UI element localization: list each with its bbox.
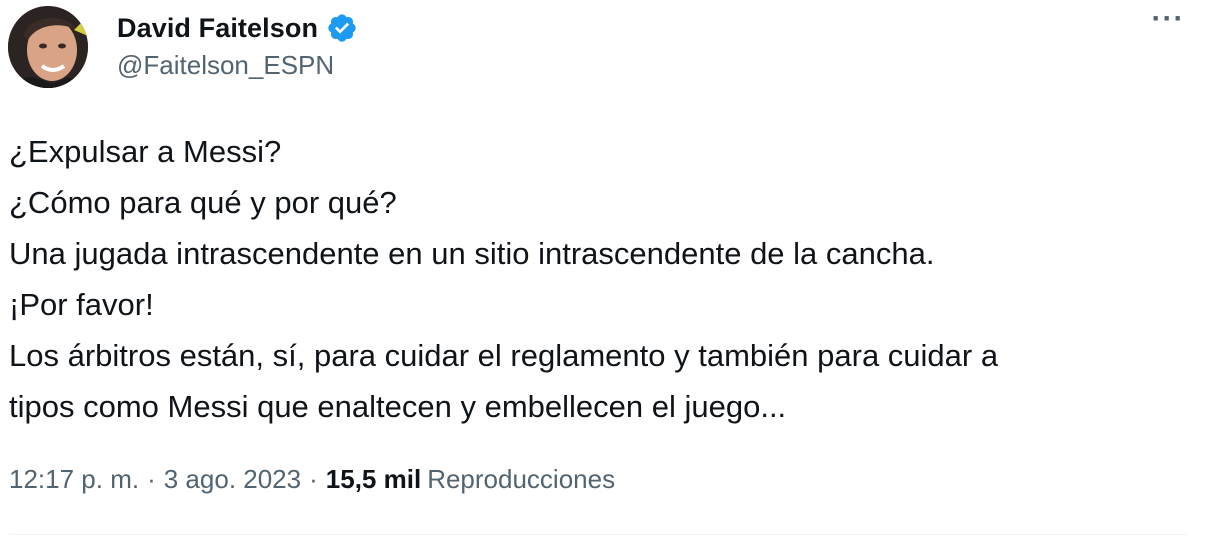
meta-separator: · [309, 463, 318, 494]
tweet-line: ¿Expulsar a Messi? [9, 134, 282, 169]
avatar[interactable] [8, 6, 88, 88]
divider [9, 534, 1187, 535]
meta-separator: · [147, 463, 156, 494]
more-options-icon: ··· [1151, 2, 1185, 35]
tweet-text: ¿Expulsar a Messi? ¿Cómo para qué y por … [9, 126, 1209, 432]
author-name-row: David Faitelson [117, 8, 358, 48]
tweet-line: ¡Por favor! [9, 287, 154, 322]
tweet-line: tipos como Messi que enaltecen y embelle… [9, 389, 787, 424]
author-handle[interactable]: @Faitelson_ESPN [117, 50, 334, 81]
avatar-image [8, 6, 88, 88]
tweet-time[interactable]: 12:17 p. m. [9, 464, 139, 495]
more-options-button[interactable]: ··· [1148, 2, 1188, 43]
tweet-date[interactable]: 3 ago. 2023 [164, 464, 301, 495]
display-name[interactable]: David Faitelson [117, 13, 318, 44]
tweet-meta: 12:17 p. m. · 3 ago. 2023 · 15,5 mil Rep… [9, 460, 615, 498]
tweet-line: ¿Cómo para qué y por qué? [9, 185, 397, 220]
views-label: Reproducciones [427, 463, 616, 494]
views-count: 15,5 mil [325, 463, 422, 494]
verified-badge-icon [326, 12, 358, 44]
tweet-line: Una jugada intrascendente en un sitio in… [9, 236, 935, 271]
tweet-line: Los árbitros están, sí, para cuidar el r… [9, 338, 999, 373]
tweet-card: David Faitelson @Faitelson_ESPN ··· ¿Exp… [0, 0, 1224, 542]
